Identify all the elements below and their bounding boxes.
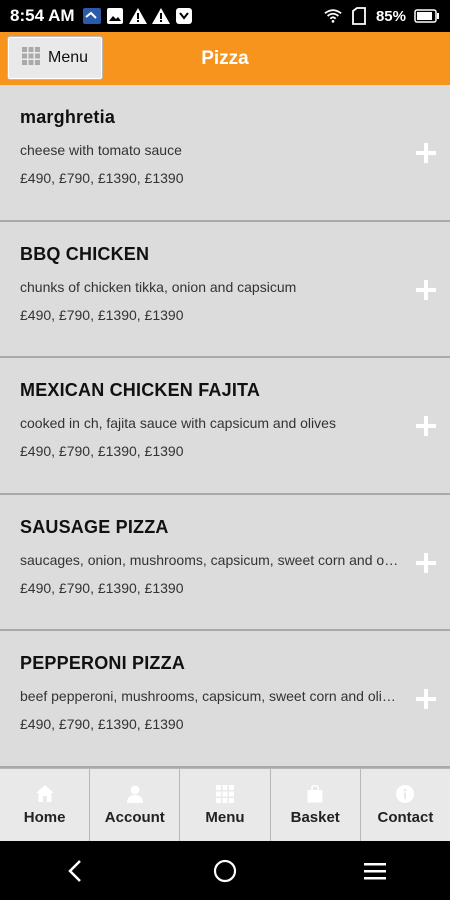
nav-label: Account	[104, 808, 165, 826]
app-notification-icon	[82, 7, 101, 25]
item-description: saucages, onion, mushrooms, capsicum, sw…	[20, 551, 400, 568]
item-prices: £490, £790, £1390, £1390	[20, 443, 184, 459]
item-name: MEXICAN CHICKEN FAJITA	[20, 380, 261, 400]
plus-icon[interactable]	[416, 689, 436, 709]
list-item[interactable]: SAUSAGE PIZZA saucages, onion, mushrooms…	[0, 495, 450, 631]
system-status: 85%	[324, 7, 440, 25]
item-prices: £490, £790, £1390, £1390	[20, 716, 184, 732]
item-name: PEPPERONI PIZZA	[20, 653, 186, 673]
back-icon[interactable]	[60, 856, 90, 886]
list-item[interactable]: MEXICAN CHICKEN FAJITA cooked in ch, faj…	[0, 358, 450, 495]
nav-label: Basket	[290, 808, 340, 826]
app-header: Menu Pizza	[0, 32, 450, 85]
nav-menu[interactable]: Menu	[180, 769, 271, 841]
item-prices: £490, £790, £1390, £1390	[20, 579, 184, 596]
nav-label: Menu	[205, 808, 245, 826]
info-icon	[396, 784, 415, 803]
item-description: beef pepperoni, mushrooms, capsicum, swe…	[20, 688, 400, 704]
nav-contact[interactable]: Contact	[361, 769, 450, 841]
sim-icon	[350, 7, 368, 25]
wifi-icon	[324, 7, 342, 25]
item-description: chunks of chicken tikka, onion and capsi…	[20, 278, 297, 295]
nav-basket[interactable]: Basket	[271, 769, 361, 841]
menu-button[interactable]: Menu	[7, 36, 103, 80]
list-item[interactable]: BBQ CHICKEN chunks of chicken tikka, oni…	[0, 222, 450, 358]
nav-label: Home	[23, 808, 66, 826]
item-prices: £490, £790, £1390, £1390	[20, 306, 184, 323]
product-list: marghretia cheese with tomato sauce £490…	[0, 85, 450, 768]
grid-icon	[216, 784, 234, 803]
list-item[interactable]: PEPPERONI PIZZA beef pepperoni, mushroom…	[0, 631, 450, 768]
grid-icon	[21, 46, 40, 70]
recents-icon[interactable]	[360, 856, 390, 886]
menu-button-label: Menu	[47, 49, 89, 66]
item-description: cooked in ch, fajita sauce with capsicum…	[20, 415, 336, 431]
plus-icon[interactable]	[416, 279, 436, 300]
nav-home[interactable]: Home	[0, 769, 91, 841]
user-icon	[126, 785, 144, 803]
bottom-nav: Home Account Menu Basket Contact	[0, 768, 450, 841]
nav-account[interactable]: Account	[90, 769, 181, 841]
plus-icon[interactable]	[416, 552, 436, 573]
item-prices: £490, £790, £1390, £1390	[20, 170, 184, 186]
nav-label: Contact	[377, 808, 434, 826]
home-icon	[35, 785, 54, 803]
image-notification-icon	[106, 7, 124, 25]
item-name: marghretia	[20, 107, 116, 127]
status-time: 8:54 AM	[10, 6, 75, 25]
plus-icon[interactable]	[416, 143, 436, 163]
system-nav-bar	[0, 841, 450, 900]
list-item[interactable]: marghretia cheese with tomato sauce £490…	[0, 85, 450, 222]
warning-icon	[128, 7, 147, 25]
home-circle-icon[interactable]	[210, 856, 240, 886]
status-bar: 8:54 AM 85%	[0, 0, 450, 32]
item-description: cheese with tomato sauce	[20, 142, 182, 158]
plus-icon[interactable]	[416, 416, 436, 436]
notification-icons	[82, 7, 193, 25]
warning-icon	[151, 7, 170, 25]
battery-icon	[414, 7, 440, 25]
item-name: SAUSAGE PIZZA	[20, 516, 169, 537]
battery-percent: 85%	[375, 7, 406, 25]
basket-icon	[306, 784, 324, 803]
item-name: BBQ CHICKEN	[20, 243, 150, 264]
shield-notification-icon	[175, 7, 193, 25]
